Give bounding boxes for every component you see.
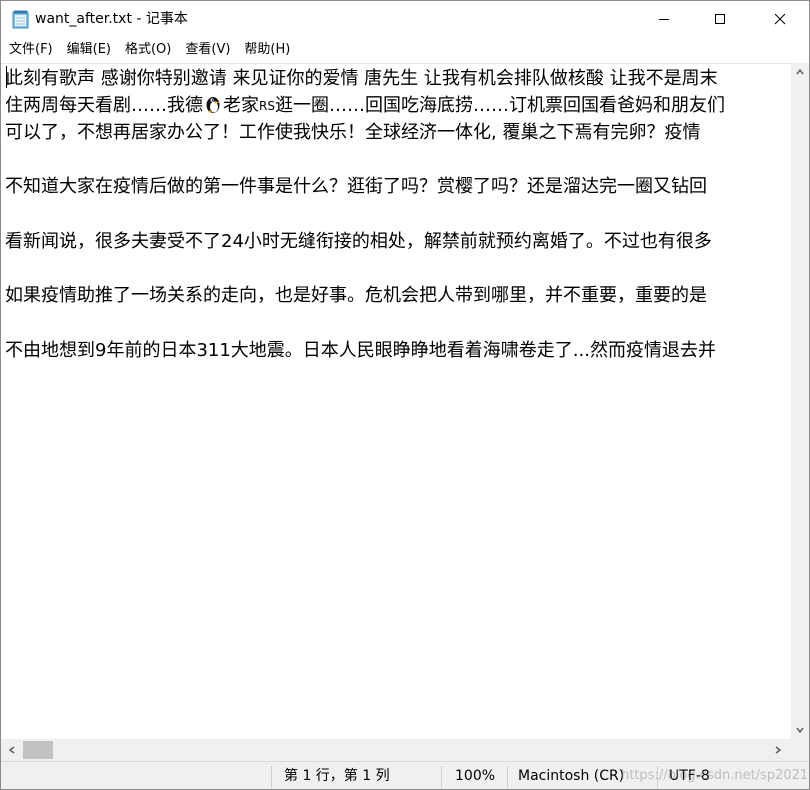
text-line-7: 看新闻说，很多夫妻受不了24小时无缝衔接的相处，解禁前就预约离婚了。不过也有很多 bbox=[5, 229, 712, 255]
menu-view[interactable]: 查看(V) bbox=[177, 37, 230, 63]
text-line-3: 可以了，不想再居家办公了！工作使我快乐！全球经济一体化, 覆巢之下焉有完卵？疫情 bbox=[5, 120, 700, 146]
scroll-right-button[interactable] bbox=[769, 739, 787, 761]
chevron-up-icon bbox=[796, 68, 804, 75]
text-line-11-content: 不由地想到9年前的日本311大地震。日本人民眼睁睁地看着海啸卷走了...然而疫情… bbox=[5, 340, 716, 361]
notepad-window: want_after.txt - 记事本 文件(F) 编辑(E) 格式(O) 查… bbox=[0, 0, 810, 790]
status-divider bbox=[507, 766, 508, 788]
horizontal-scrollbar[interactable] bbox=[1, 739, 791, 761]
chevron-down-icon bbox=[796, 727, 804, 734]
text-line-2-part-1: 住两周每天看剧……我德 bbox=[5, 95, 203, 116]
vertical-scrollbar[interactable] bbox=[791, 63, 809, 739]
zoom-level: 100% bbox=[455, 768, 496, 784]
menu-format[interactable]: 格式(O) bbox=[117, 37, 171, 63]
maximize-icon bbox=[715, 14, 725, 24]
text-line-1-content: 此刻有歌声 感谢你特别邀请 来见证你的爱情 唐先生 让我有机会排队做核酸 让我不… bbox=[5, 68, 718, 89]
notepad-icon bbox=[12, 10, 29, 29]
text-line-5-content: 不知道大家在疫情后做的第一件事是什么？逛街了吗？赏樱了吗？还是溜达完一圈又钻回 bbox=[5, 176, 707, 197]
window-title: want_after.txt - 记事本 bbox=[35, 11, 188, 27]
chevron-right-icon bbox=[775, 746, 782, 754]
text-line-5: 不知道大家在疫情后做的第一件事是什么？逛街了吗？赏樱了吗？还是溜达完一圈又钻回 bbox=[5, 174, 707, 200]
close-icon bbox=[774, 13, 786, 25]
minimize-icon bbox=[659, 19, 669, 20]
text-line-2-part-2: 老家 bbox=[223, 95, 259, 116]
scroll-down-button[interactable] bbox=[791, 721, 809, 739]
close-button[interactable] bbox=[757, 1, 803, 37]
text-cursor bbox=[6, 66, 7, 88]
text-line-7-content: 看新闻说，很多夫妻受不了24小时无缝衔接的相处，解禁前就预约离婚了。不过也有很多 bbox=[5, 231, 712, 252]
status-bar: 第 1 行，第 1 列 100% Macintosh (CR) UTF-8 ht… bbox=[1, 761, 809, 789]
menu-help[interactable]: 帮助(H) bbox=[236, 37, 290, 63]
title-bar[interactable]: want_after.txt - 记事本 bbox=[1, 1, 809, 37]
penguin-emoji-icon bbox=[206, 97, 220, 113]
scroll-left-button[interactable] bbox=[3, 739, 21, 761]
text-line-2: 住两周每天看剧……我德 老家RS逛一圈……回国吃海底捞……订机票回国看爸妈和朋友… bbox=[5, 93, 725, 119]
text-line-11: 不由地想到9年前的日本311大地震。日本人民眼睁睁地看着海啸卷走了...然而疫情… bbox=[5, 338, 716, 364]
menu-bar: 文件(F) 编辑(E) 格式(O) 查看(V) 帮助(H) bbox=[1, 37, 809, 63]
scrollbar-corner bbox=[791, 739, 809, 761]
text-line-3-content: 可以了，不想再居家办公了！工作使我快乐！全球经济一体化, 覆巢之下焉有完卵？疫情 bbox=[5, 122, 701, 143]
scroll-up-button[interactable] bbox=[791, 63, 809, 81]
maximize-button[interactable] bbox=[697, 1, 743, 37]
cursor-position: 第 1 行，第 1 列 bbox=[284, 768, 390, 784]
text-line-9-content: 如果疫情助推了一场关系的走向，也是好事。危机会把人带到哪里，并不重要，重要的是 bbox=[5, 285, 707, 306]
watermark-text: https://blog.csdn.net/sp2021713 bbox=[621, 768, 809, 783]
text-line-9: 如果疫情助推了一场关系的走向，也是好事。危机会把人带到哪里，并不重要，重要的是 bbox=[5, 283, 707, 309]
chevron-left-icon bbox=[8, 746, 15, 754]
text-editor[interactable]: 此刻有歌声 感谢你特别邀请 来见证你的爱情 唐先生 让我有机会排队做核酸 让我不… bbox=[1, 63, 791, 740]
minimize-button[interactable] bbox=[641, 1, 687, 37]
text-line-2-part-3: RS bbox=[259, 99, 275, 113]
text-line-2-part-4: 逛一圈……回国吃海底捞……订机票回国看爸妈和朋友们 bbox=[274, 95, 725, 116]
menu-file[interactable]: 文件(F) bbox=[1, 37, 53, 63]
line-ending: Macintosh (CR) bbox=[518, 768, 625, 784]
status-divider bbox=[271, 766, 272, 788]
horizontal-scroll-thumb[interactable] bbox=[23, 741, 53, 759]
status-divider bbox=[441, 766, 442, 788]
menu-edit[interactable]: 编辑(E) bbox=[59, 37, 111, 63]
text-line-1: 此刻有歌声 感谢你特别邀请 来见证你的爱情 唐先生 让我有机会排队做核酸 让我不… bbox=[5, 66, 718, 92]
